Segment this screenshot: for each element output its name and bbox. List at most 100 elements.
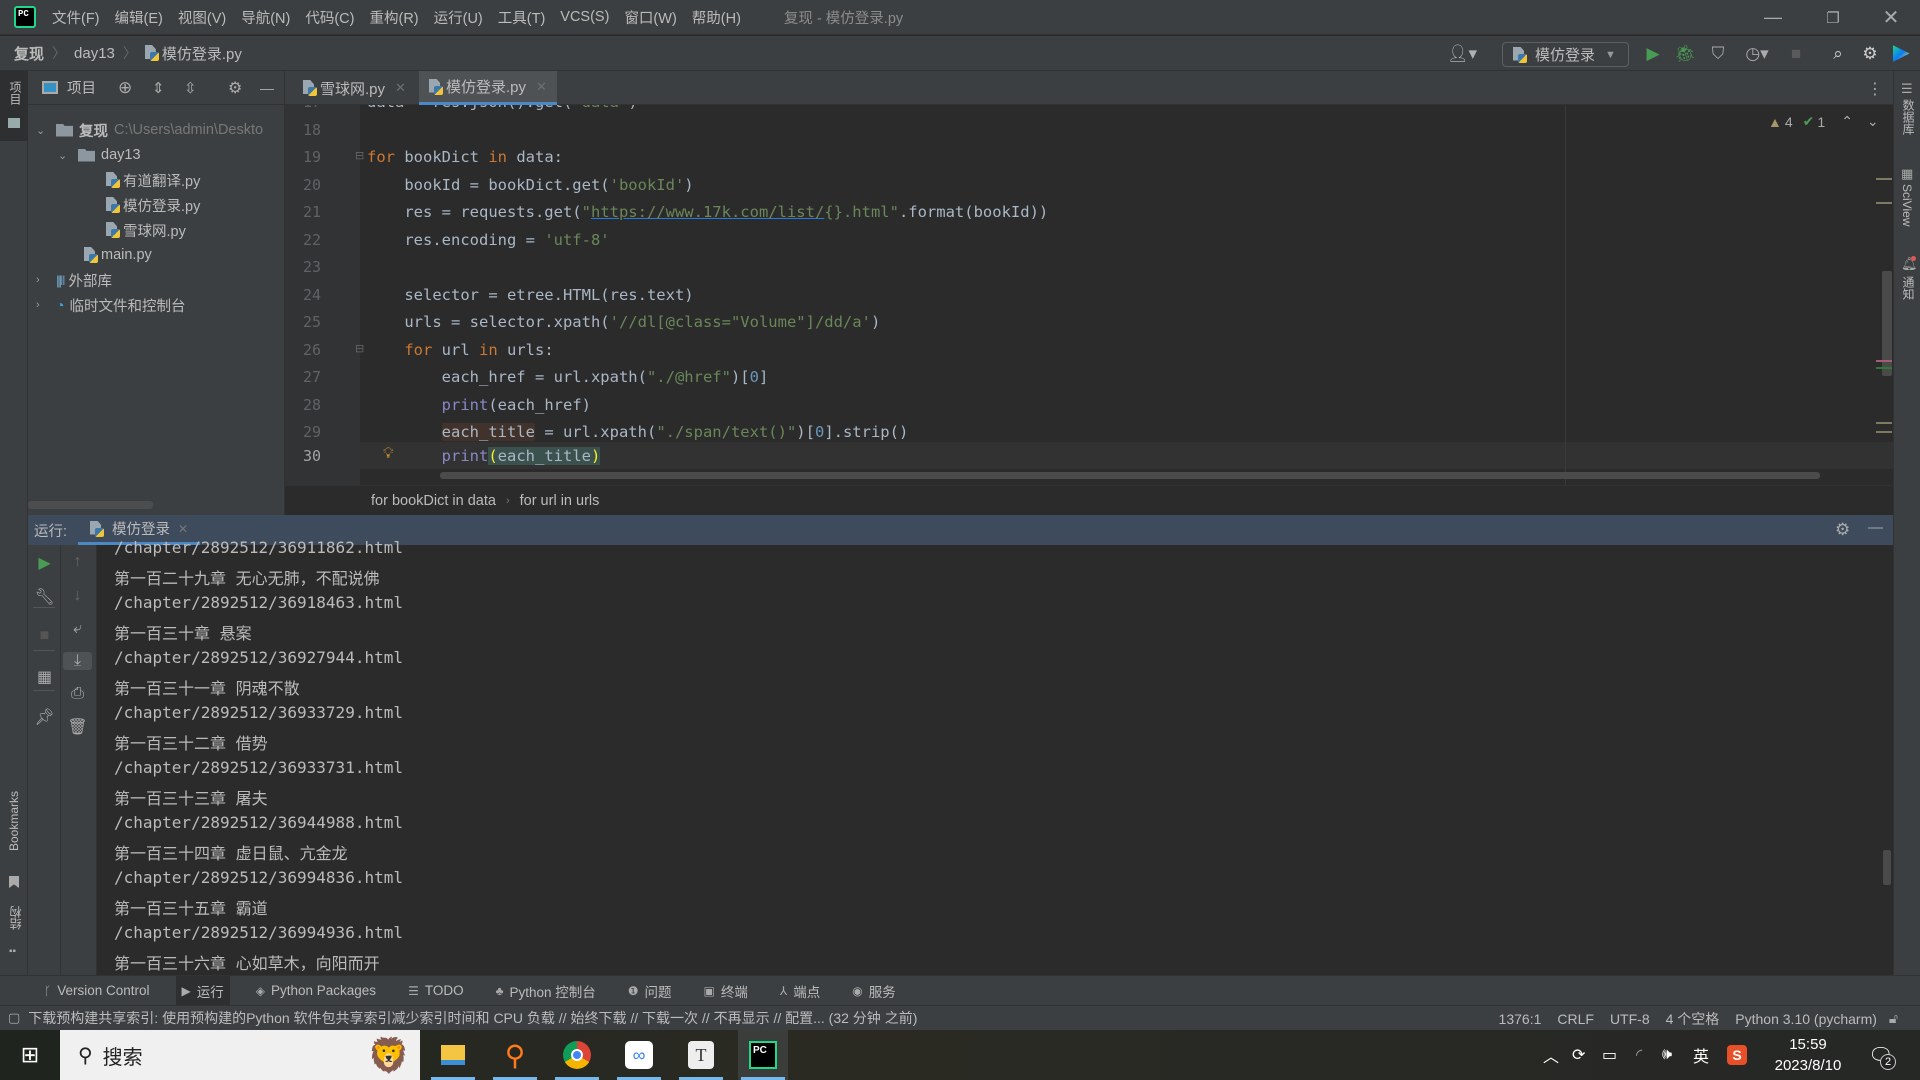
breadcrumb-folder[interactable]: day13 — [74, 45, 115, 62]
start-button[interactable]: ⊞ — [5, 1030, 55, 1080]
menu-refactor[interactable]: 重构(R) — [369, 7, 418, 28]
menu-window[interactable]: 窗口(W) — [624, 7, 676, 28]
next-highlight-icon[interactable]: ⌄ — [1867, 113, 1879, 130]
action-center-button[interactable]: 🗨︎ 2 — [1868, 1030, 1896, 1080]
arrow-down-icon[interactable]: ↓ — [61, 587, 94, 605]
structure-tool-button[interactable]: 结构 ▪▪ — [0, 906, 28, 966]
menu-file[interactable]: 文件(F) — [52, 7, 100, 28]
minimize-button[interactable]: — — [1744, 0, 1802, 35]
notifications-tool-button[interactable]: 🔔︎ 通知 — [1894, 256, 1920, 316]
tray-ime[interactable]: 英 — [1693, 1030, 1709, 1080]
tray-volume[interactable]: 🕪︎ — [1662, 1030, 1672, 1080]
indent-setting[interactable]: 4 个空格 — [1666, 1009, 1720, 1029]
collapse-all-icon[interactable]: ⇳ — [184, 79, 197, 97]
trash-icon[interactable]: 🗑︎ — [61, 717, 94, 737]
status-message[interactable]: 下载预构建共享索引: 使用预构建的Python 软件包共享索引减少索引时间和 C… — [28, 1008, 917, 1028]
close-button[interactable]: ✕ — [1862, 0, 1920, 35]
sciview-tool-button[interactable]: ▦ SciView — [1894, 166, 1920, 241]
taskbar-app-typora[interactable]: T — [676, 1030, 726, 1080]
tree-item-external-libraries[interactable]: › |||‖ 外部库 — [36, 268, 112, 292]
tree-item-file[interactable]: 有道翻译.py — [106, 168, 200, 192]
run-console[interactable]: ▶ 🔧︎ ■ ▦ 📌︎ ↑ ↓ ⤶ ⤓ ⎙ 🗑︎ /chapter/289251… — [28, 538, 1893, 975]
toolbox-button[interactable] — [1888, 36, 1914, 71]
crumb-outer-loop[interactable]: for bookDict in data — [371, 493, 496, 509]
more-options-icon[interactable]: ⋮ — [1867, 79, 1883, 99]
scroll-to-end-icon[interactable]: ⤓ — [63, 652, 92, 670]
file-encoding[interactable]: UTF-8 — [1610, 1011, 1650, 1027]
tray-wifi[interactable]: ◜ — [1636, 1030, 1642, 1080]
soft-wrap-icon[interactable]: ⤶ — [61, 620, 94, 638]
tray-battery[interactable]: ▭ — [1602, 1030, 1617, 1080]
stop-button[interactable]: ■ — [1785, 36, 1807, 71]
restore-button[interactable]: ❐ — [1804, 0, 1862, 35]
close-tab-icon[interactable]: ✕ — [536, 79, 547, 95]
fold-icon[interactable]: ⊟ — [355, 342, 364, 355]
inspection-widget[interactable]: ▲ 4 ✔ 1 ⌃ ⌄ — [1768, 113, 1879, 130]
taskbar-app-search[interactable]: ⚲ — [490, 1030, 540, 1080]
tree-item-file[interactable]: main.py — [84, 243, 152, 267]
tree-item-day13[interactable]: ⌄ day13 — [58, 143, 141, 167]
tool-python-console[interactable]: ♣ Python 控制台 — [490, 976, 602, 1006]
project-panel-title[interactable]: 项目 — [67, 77, 96, 98]
tray-clock[interactable]: 15:59 2023/8/10 — [1768, 1030, 1848, 1080]
menu-edit[interactable]: 编辑(E) — [115, 7, 163, 28]
code-editor[interactable]: 17 data = res.json().get('data') 18 19 ⊟… — [285, 105, 1893, 485]
tray-app[interactable]: ⟳ — [1572, 1030, 1585, 1080]
project-horizontal-scrollbar[interactable] — [28, 501, 153, 509]
coverage-button[interactable]: ⛉ — [1705, 36, 1731, 71]
menu-run[interactable]: 运行(U) — [434, 7, 483, 28]
tab-login-active[interactable]: 模仿登录.py ✕ — [419, 71, 557, 105]
console-vertical-scrollbar[interactable] — [1883, 850, 1891, 885]
previous-highlight-icon[interactable]: ⌃ — [1841, 113, 1853, 130]
close-tab-icon[interactable]: ✕ — [178, 522, 188, 536]
tab-xueqiu[interactable]: 雪球网.py ✕ — [293, 71, 416, 105]
tree-item-scratches[interactable]: › ◔ 临时文件和控制台 — [36, 293, 185, 317]
tray-sogou[interactable]: S — [1727, 1030, 1747, 1080]
expand-all-icon[interactable]: ⇕ — [152, 79, 165, 97]
database-tool-button[interactable]: ☰ 数据库 — [1894, 81, 1920, 146]
tool-run[interactable]: ▶ 运行 — [175, 975, 230, 1006]
editor-horizontal-scrollbar[interactable] — [360, 470, 1893, 480]
rerun-icon[interactable]: ▶ — [28, 553, 61, 573]
print-icon[interactable]: ⎙ — [61, 685, 94, 703]
menu-tools[interactable]: 工具(T) — [498, 7, 546, 28]
tool-version-control[interactable]: ᚴ Version Control — [38, 978, 156, 1003]
taskbar-app-baidu-netdisk[interactable]: ∞ — [614, 1030, 664, 1080]
locate-icon[interactable]: ⊕ — [118, 78, 132, 98]
breadcrumb-project[interactable]: 复现 — [14, 43, 44, 64]
search-everywhere-button[interactable]: ⌕ — [1825, 36, 1851, 71]
tray-overflow-button[interactable]: ︿ — [1543, 1030, 1559, 1080]
project-tool-button[interactable]: 项目 — [0, 71, 28, 141]
unlock-icon[interactable]: 🔓︎ — [1889, 1010, 1898, 1027]
tree-item-file[interactable]: 模仿登录.py — [106, 193, 200, 217]
pin-icon[interactable]: 📌︎ — [28, 707, 61, 727]
hide-panel-icon[interactable]: — — [260, 80, 274, 96]
python-interpreter[interactable]: Python 3.10 (pycharm) — [1735, 1011, 1877, 1027]
bookmarks-tool-button[interactable]: Bookmarks — [0, 791, 28, 891]
tool-endpoints[interactable]: ⅄ 端点 — [774, 976, 826, 1006]
taskbar-app-pycharm[interactable]: PC — [738, 1030, 788, 1080]
tool-todo[interactable]: ☰ TODO — [402, 978, 470, 1003]
tool-terminal[interactable]: ▣ 终端 — [698, 976, 754, 1006]
line-separator[interactable]: CRLF — [1557, 1011, 1594, 1027]
profile-button[interactable]: ◷▾ — [1737, 36, 1777, 71]
fold-icon[interactable]: ⊟ — [355, 149, 364, 162]
tool-python-packages[interactable]: ◈ Python Packages — [250, 978, 382, 1003]
stop-icon[interactable]: ■ — [28, 627, 61, 645]
debug-button[interactable]: 🐞︎ — [1672, 36, 1698, 71]
menu-help[interactable]: 帮助(H) — [692, 7, 741, 28]
crumb-inner-loop[interactable]: for url in urls — [520, 493, 600, 509]
close-tab-icon[interactable]: ✕ — [395, 80, 406, 96]
menu-view[interactable]: 视图(V) — [178, 7, 226, 28]
hide-panel-icon[interactable]: — — [1868, 519, 1883, 536]
panel-toggle-icon[interactable]: ▢ — [8, 1010, 20, 1026]
tool-problems[interactable]: ❶ 问题 — [622, 976, 678, 1006]
layout-icon[interactable]: ▦ — [28, 667, 61, 687]
breadcrumb-file[interactable]: 模仿登录.py — [162, 43, 242, 64]
arrow-up-icon[interactable]: ↑ — [61, 553, 94, 571]
settings-button[interactable]: ⚙ — [1857, 36, 1883, 71]
vcs-user-button[interactable]: 👤︎▾ — [1444, 36, 1480, 71]
taskbar-app-chrome[interactable] — [552, 1030, 602, 1080]
menu-navigate[interactable]: 导航(N) — [241, 7, 290, 28]
taskbar-search[interactable]: ⚲ 搜索 🦁 — [60, 1030, 420, 1080]
